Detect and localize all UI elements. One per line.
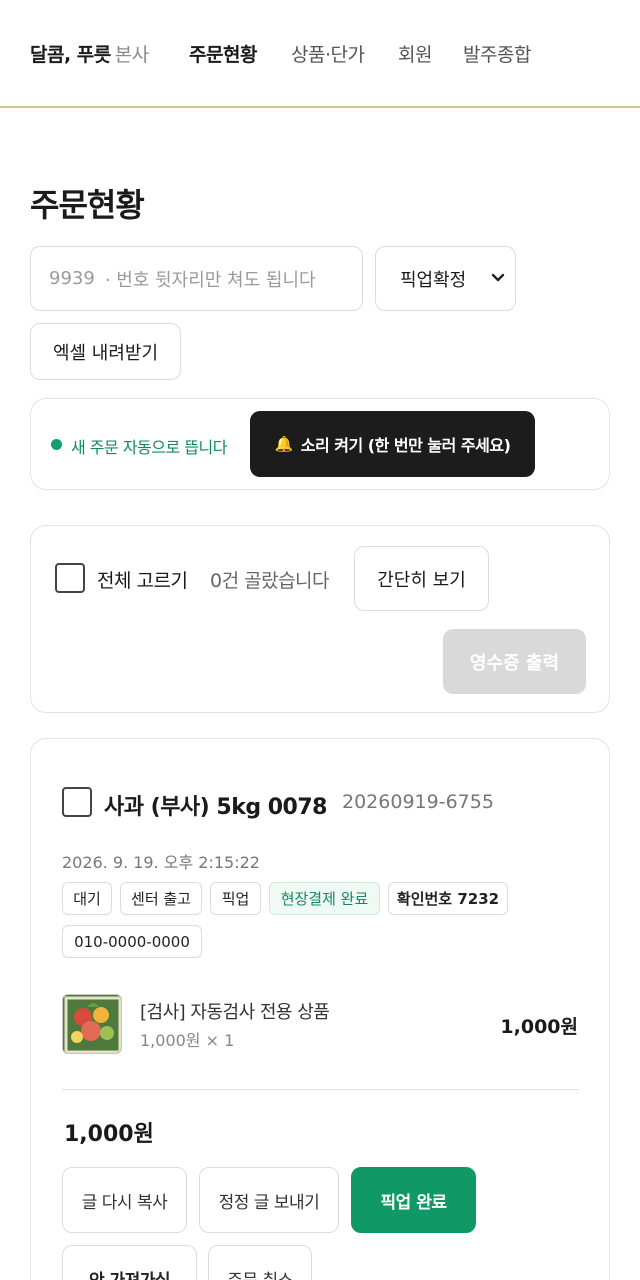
tag-phone: 010-0000-0000: [62, 925, 202, 958]
divider: [62, 1089, 579, 1090]
order-checkbox[interactable]: [62, 787, 92, 817]
tag-status: 대기: [62, 882, 112, 915]
order-number: 20260919-6755: [342, 791, 494, 813]
order-time: 2026. 9. 19. 오후 2:15:22: [62, 853, 260, 872]
live-notice-card: 새 주문 자동으로 뜹니다 🔔 소리 켜기 (한 번만 눌러 주세요): [30, 398, 610, 490]
search-placeholder: · 번호 뒷자리만 쳐도 됩니다: [104, 269, 316, 291]
select-all-label[interactable]: 전체 고르기: [97, 566, 188, 593]
tag-center-shipping: 센터 출고: [120, 882, 202, 915]
bell-icon: 🔔: [274, 435, 294, 453]
brand-sub: 본사: [114, 44, 149, 66]
send-correction-button[interactable]: 정정 글 보내기: [199, 1167, 339, 1233]
tag-pickup: 픽업: [210, 882, 261, 915]
product-price: 1,000원: [500, 1016, 578, 1038]
simple-view-button[interactable]: 간단히 보기: [354, 546, 489, 611]
order-title: 사과 (부사) 5kg 0078: [104, 795, 327, 820]
nav-orders[interactable]: 주문현황: [189, 40, 257, 67]
status-select[interactable]: 픽업확정: [375, 246, 516, 311]
nav-purchase[interactable]: 발주종합: [463, 40, 531, 67]
order-card: 사과 (부사) 5kg 0078 20260919-6755 2026. 9. …: [30, 738, 610, 1280]
sound-on-button[interactable]: 🔔 소리 켜기 (한 번만 눌러 주세요): [250, 411, 535, 477]
live-status-text: 새 주문 자동으로 뜹니다: [71, 438, 227, 457]
pickup-complete-button[interactable]: 픽업 완료: [351, 1167, 476, 1233]
status-select-value: 픽업확정: [400, 269, 467, 291]
search-value: 9939: [49, 268, 95, 289]
fruit-basket-image: [63, 995, 121, 1053]
page-title: 주문현황: [30, 186, 145, 224]
live-status-dot: [51, 439, 62, 450]
print-receipt-button[interactable]: 영수증 출력: [443, 629, 586, 694]
product-name: [검사] 자동검사 전용 상품: [140, 1002, 330, 1023]
search-input[interactable]: 9939 · 번호 뒷자리만 쳐도 됩니다: [30, 246, 363, 311]
sound-on-label: 소리 켜기 (한 번만 눌러 주세요): [300, 436, 511, 455]
brand-logo[interactable]: 달콤, 푸릇 본사: [30, 40, 149, 67]
tag-confirm-number: 확인번호 7232: [388, 882, 508, 915]
selected-count: 0건 골랐습니다: [210, 570, 330, 592]
product-qty: 1,000원 × 1: [140, 1031, 235, 1050]
chevron-down-icon: [491, 273, 505, 282]
selection-card: 전체 고르기 0건 골랐습니다 간단히 보기 영수증 출력: [30, 525, 610, 713]
tag-payment: 현장결제 완료: [269, 882, 380, 915]
product-thumbnail: [62, 994, 122, 1054]
copy-text-button[interactable]: 글 다시 복사: [62, 1167, 187, 1233]
order-total: 1,000원: [64, 1122, 154, 1147]
no-show-button[interactable]: 안 가져가심: [62, 1245, 197, 1280]
brand-name: 달콤, 푸릇: [30, 44, 111, 66]
excel-download-button[interactable]: 엑셀 내려받기: [30, 323, 181, 380]
top-header: 달콤, 푸릇 본사 주문현황 상품·단가 회원 발주종합: [0, 0, 640, 108]
cancel-order-button[interactable]: 주문 취소: [208, 1245, 312, 1280]
select-all-checkbox[interactable]: [55, 563, 85, 593]
nav-products[interactable]: 상품·단가: [291, 40, 365, 67]
nav-members[interactable]: 회원: [398, 40, 432, 67]
